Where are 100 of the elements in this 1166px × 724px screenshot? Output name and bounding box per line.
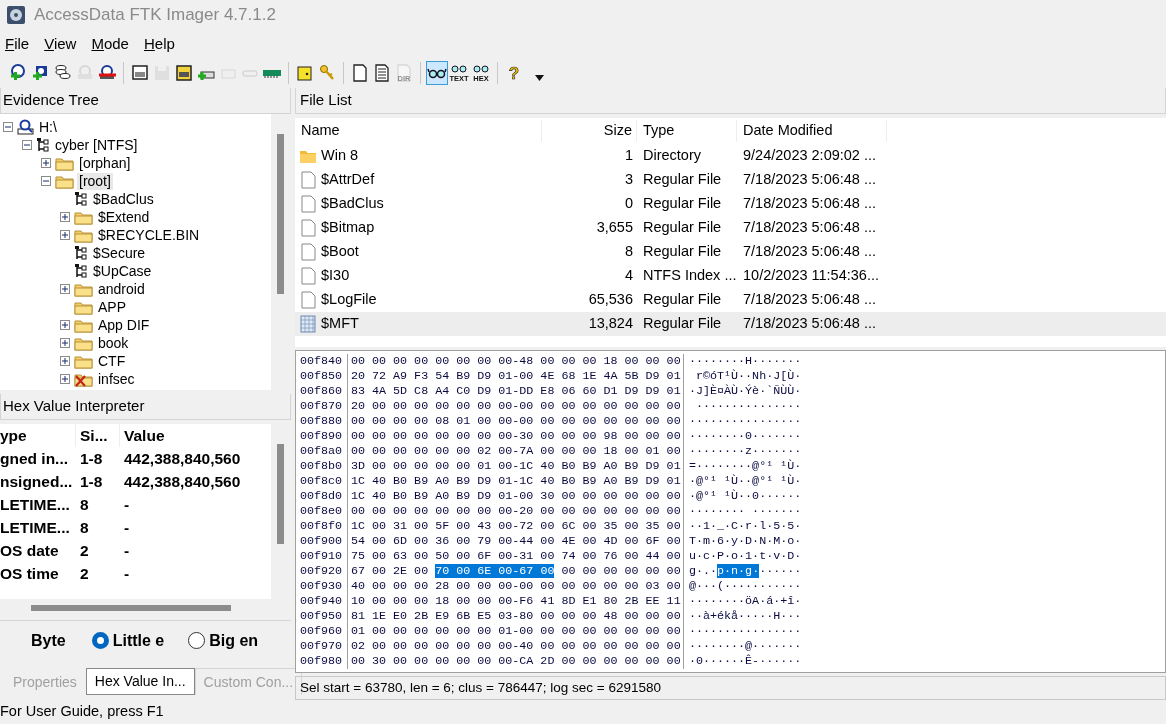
- file-icon: [299, 266, 317, 285]
- tree-item[interactable]: $BadClus: [91, 190, 156, 208]
- file-row[interactable]: $MFT 13,824 Regular File 7/18/2023 5:06:48 ...: [295, 311, 1166, 336]
- ascii-text[interactable]: ··à+ékå·····H···: [684, 608, 802, 624]
- tree-item[interactable]: App DIF: [96, 316, 152, 334]
- file-row[interactable]: $BadClus 0 Regular File 7/18/2023 5:06:48 ...: [295, 191, 1166, 216]
- tree-item[interactable]: $Extend: [96, 208, 152, 226]
- file-row[interactable]: $Boot 8 Regular File 7/18/2023 5:06:48 ...: [295, 239, 1166, 264]
- ascii-text[interactable]: @···(···········: [684, 578, 802, 594]
- ascii-text[interactable]: ·J]È¤ÀÙ·Ýè·`ÑÙÙ·: [684, 383, 802, 399]
- hex-bytes[interactable]: 81 1E E0 2B E9 6B E5 03-80 00 00 00 48 00 00 00: [348, 608, 684, 624]
- hex-bytes[interactable]: 02 00 00 00 00 00 00 00-40 00 00 00 00 00 00 00: [348, 638, 684, 654]
- hex-offset: 00f960: [296, 623, 348, 639]
- collapse-icon[interactable]: [41, 176, 51, 186]
- expand-icon[interactable]: [60, 230, 70, 240]
- hex-bytes[interactable]: 40 00 00 00 28 00 00 00-00 00 00 00 00 00 03 00: [348, 578, 684, 594]
- tree-item[interactable]: infsec: [96, 370, 137, 388]
- hex-bytes[interactable]: 20 00 00 00 00 00 00 00-00 00 00 00 00 00 00 00: [348, 398, 684, 414]
- hex-bytes[interactable]: 00 00 00 00 00 00 00 00-48 00 00 00 18 00 00 00: [348, 353, 684, 369]
- tree-item[interactable]: $UpCase: [91, 262, 154, 280]
- hex-bytes[interactable]: 1C 00 31 00 5F 00 43 00-72 00 6C 00 35 00 35 00: [348, 518, 684, 534]
- ascii-text[interactable]: =········@°¹ ¹Ù·: [684, 458, 802, 474]
- file-row[interactable]: Win 8 1 Directory 9/24/2023 2:09:02 ...: [295, 143, 1166, 168]
- tree-item[interactable]: APP: [96, 298, 128, 316]
- scrollbar-thumb[interactable]: [277, 134, 284, 294]
- menu-item[interactable]: Mode: [91, 32, 138, 56]
- ascii-text[interactable]: ··1·_·C·r·l·5·5·: [684, 518, 802, 534]
- hex-bytes[interactable]: 67 00 2E 00 70 00 6E 00-67 00 00 00 00 00 00 00: [348, 563, 684, 579]
- hex-bytes[interactable]: 00 00 00 00 08 01 00 00-00 00 00 00 00 00 00 00: [348, 413, 684, 429]
- column-header[interactable]: Size: [542, 119, 637, 142]
- tree-item[interactable]: android: [96, 280, 147, 298]
- menu-item[interactable]: View: [44, 32, 86, 56]
- hex-bytes[interactable]: 1C 40 B0 B9 A0 B9 D9 01-1C 40 B0 B9 A0 B9 D9 01: [348, 473, 684, 489]
- hex-bytes[interactable]: 01 00 00 00 00 00 00 01-00 00 00 00 00 00 00 00: [348, 623, 684, 639]
- expand-icon[interactable]: [60, 320, 70, 330]
- tree-item[interactable]: H:\: [37, 118, 59, 136]
- column-header[interactable]: Si...: [76, 424, 120, 447]
- ascii-text[interactable]: ················: [684, 413, 802, 429]
- file-row[interactable]: $LogFile 65,536 Regular File 7/18/2023 5:06:48 ...: [295, 287, 1166, 312]
- ascii-text[interactable]: ·0······Ê-······: [684, 653, 802, 669]
- tree-item[interactable]: CTF: [96, 352, 128, 370]
- ascii-text[interactable]: ········öA·á·+î·: [684, 593, 802, 609]
- tree-item[interactable]: book: [96, 334, 131, 352]
- file-row[interactable]: $Bitmap 3,655 Regular File 7/18/2023 5:06:48 ...: [295, 215, 1166, 240]
- column-header[interactable]: Value: [120, 424, 270, 447]
- expand-icon[interactable]: [41, 158, 51, 168]
- ascii-text[interactable]: ········H·······: [684, 353, 802, 369]
- hex-offset: 00f850: [296, 368, 348, 384]
- hex-bytes[interactable]: 10 00 00 00 18 00 00 00-F6 41 8D E1 80 2B EE 11: [348, 593, 684, 609]
- scrollbar-thumb[interactable]: [277, 444, 284, 544]
- tree-item[interactable]: $Secure: [91, 244, 148, 262]
- ascii-text[interactable]: ········@·······: [684, 638, 802, 654]
- ascii-text[interactable]: ···············: [684, 398, 802, 414]
- table-cell-text: OS time: [0, 564, 60, 584]
- tree-item[interactable]: cyber [NTFS]: [53, 136, 140, 154]
- radio-button[interactable]: Little e: [91, 628, 165, 653]
- menu-item[interactable]: File: [5, 32, 39, 56]
- ascii-text[interactable]: ········z·······: [684, 443, 802, 459]
- collapse-icon[interactable]: [3, 122, 13, 132]
- expand-icon[interactable]: [60, 284, 70, 294]
- ascii-text[interactable]: ·@°¹ ¹Ù··0······: [684, 488, 802, 504]
- menu-item[interactable]: Help: [143, 32, 184, 56]
- tree-item[interactable]: [root]: [77, 172, 113, 190]
- ascii-text[interactable]: ·@°¹ ¹Ù··@°¹ ¹Ù·: [684, 473, 802, 489]
- tree-item[interactable]: $RECYCLE.BIN: [96, 226, 202, 244]
- ascii-text[interactable]: g·.·p·n·g·······: [684, 563, 802, 579]
- hex-bytes[interactable]: 83 4A 5D C8 A4 C0 D9 01-DD E8 06 60 D1 D9 D9 01: [348, 383, 684, 399]
- hex-bytes[interactable]: 54 00 6D 00 36 00 79 00-44 00 4E 00 4D 00 6F 00: [348, 533, 684, 549]
- tab[interactable]: Hex Value In...: [85, 668, 195, 695]
- hex-bytes[interactable]: 20 72 A9 F3 54 B9 D9 01-00 4E 68 1E 4A 5B D9 01: [348, 368, 684, 384]
- hex-bytes[interactable]: 00 00 00 00 00 00 00 00-20 00 00 00 00 00 00 00: [348, 503, 684, 519]
- hex-bytes[interactable]: 00 00 00 00 00 00 02 00-7A 00 00 00 18 00 01 00: [348, 443, 684, 459]
- tree-item[interactable]: [orphan]: [77, 154, 133, 172]
- expand-icon[interactable]: [60, 374, 70, 384]
- expand-icon[interactable]: [60, 356, 70, 366]
- caret-icon[interactable]: [535, 75, 544, 81]
- ascii-text[interactable]: ········0·······: [684, 428, 802, 444]
- ascii-text[interactable]: r©óT¹Ù··Nh·J[Ù·: [684, 368, 802, 384]
- expand-icon[interactable]: [60, 212, 70, 222]
- collapse-icon[interactable]: [22, 140, 32, 150]
- column-header[interactable]: Type: [637, 119, 737, 142]
- hex-bytes[interactable]: 00 00 00 00 00 00 00 00-30 00 00 00 98 00 00 00: [348, 428, 684, 444]
- expand-icon[interactable]: [60, 338, 70, 348]
- ascii-text[interactable]: ········ ·······: [684, 503, 802, 519]
- hex-bytes[interactable]: 75 00 63 00 50 00 6F 00-31 00 74 00 76 00 44 00: [348, 548, 684, 564]
- ascii-text[interactable]: ················: [684, 623, 802, 639]
- file-row[interactable]: $AttrDef 3 Regular File 7/18/2023 5:06:48 ...: [295, 167, 1166, 192]
- ascii-text[interactable]: u·c·P·o·1·t·v·D·: [684, 548, 802, 564]
- column-header[interactable]: Date Modified: [737, 119, 887, 142]
- hex-offset: 00f840: [296, 353, 348, 369]
- scrollbar-thumb[interactable]: [31, 605, 231, 611]
- hex-bytes[interactable]: 3D 00 00 00 00 00 01 00-1C 40 B0 B9 A0 B9 D9 01: [348, 458, 684, 474]
- file-icon: [299, 218, 317, 237]
- radio-button[interactable]: Big en: [188, 628, 259, 653]
- ascii-text[interactable]: T·m·6·y·D·N·M·o·: [684, 533, 802, 549]
- file-row[interactable]: $I30 4 NTFS Index ... 10/2/2023 11:54:36...: [295, 263, 1166, 288]
- column-header[interactable]: Name: [295, 119, 542, 142]
- column-header[interactable]: ype: [0, 424, 76, 447]
- hex-bytes[interactable]: 00 30 00 00 00 00 00 00-CA 2D 00 00 00 00 00 00: [348, 653, 684, 669]
- hex-bytes[interactable]: 1C 40 B0 B9 A0 B9 D9 01-00 30 00 00 00 00 00 00: [348, 488, 684, 504]
